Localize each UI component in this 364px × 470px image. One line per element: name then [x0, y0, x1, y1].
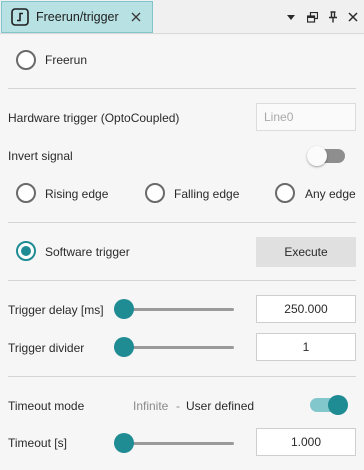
- trigger-divider-value: 1: [302, 340, 310, 354]
- execute-button[interactable]: Execute: [256, 237, 356, 267]
- rising-edge-label: Rising edge: [45, 187, 109, 201]
- toggle-knob: [307, 146, 327, 166]
- invert-signal-toggle[interactable]: [307, 145, 347, 167]
- timeout-mode-infinite-option[interactable]: Infinite: [133, 399, 168, 413]
- trigger-divider-input[interactable]: 1: [256, 333, 356, 361]
- freerun-radio[interactable]: [16, 50, 36, 70]
- falling-edge-label: Falling edge: [174, 187, 240, 201]
- tab-freerun-trigger[interactable]: Freerun/trigger: [1, 1, 153, 33]
- software-trigger-radio[interactable]: [16, 241, 36, 261]
- timeout-slider[interactable]: [114, 433, 234, 453]
- slider-thumb[interactable]: [114, 433, 134, 453]
- divider: [8, 222, 356, 223]
- tab-bar: Freerun/trigger: [0, 0, 364, 34]
- trigger-delay-slider[interactable]: [114, 299, 234, 319]
- falling-edge-radio[interactable]: [145, 183, 165, 203]
- timeout-input[interactable]: 1.000: [256, 428, 356, 456]
- tab-close-icon[interactable]: [129, 10, 143, 24]
- dropdown-arrow-icon[interactable]: [284, 10, 298, 24]
- slider-thumb[interactable]: [114, 299, 134, 319]
- rising-edge-radio[interactable]: [16, 183, 36, 203]
- timeout-mode-separator: -: [176, 399, 180, 413]
- timeout-label: Timeout [s]: [8, 436, 67, 450]
- trigger-divider-slider[interactable]: [114, 337, 234, 357]
- trigger-line-value: Line0: [264, 110, 294, 124]
- divider: [8, 280, 356, 281]
- timeout-mode-toggle[interactable]: [308, 394, 348, 416]
- timeout-mode-label: Timeout mode: [8, 399, 85, 413]
- timeout-value: 1.000: [290, 435, 322, 449]
- toggle-knob: [328, 395, 348, 415]
- timeout-mode-user-option[interactable]: User defined: [186, 399, 254, 413]
- restore-window-icon[interactable]: [305, 10, 319, 24]
- tab-title: Freerun/trigger: [36, 10, 119, 24]
- close-icon[interactable]: [346, 10, 360, 24]
- freerun-label: Freerun: [45, 53, 88, 67]
- invert-signal-label: Invert signal: [8, 149, 73, 163]
- any-edge-radio[interactable]: [275, 183, 295, 203]
- any-edge-label: Any edge: [305, 187, 356, 201]
- divider: [8, 88, 356, 89]
- trigger-delay-input[interactable]: 250.000: [256, 295, 356, 323]
- software-trigger-label: Software trigger: [45, 245, 130, 259]
- hardware-trigger-label: Hardware trigger (OptoCoupled): [8, 111, 180, 125]
- trigger-delay-value: 250.000: [284, 302, 328, 316]
- trigger-line-field: Line0: [256, 103, 356, 131]
- trigger-mode-icon: [11, 8, 29, 26]
- pin-icon[interactable]: [326, 10, 340, 24]
- freerun-trigger-panel: Freerun Hardware trigger (OptoCoupled) L…: [0, 35, 364, 470]
- divider: [8, 376, 356, 377]
- trigger-delay-label: Trigger delay [ms]: [8, 303, 104, 317]
- slider-thumb[interactable]: [114, 337, 134, 357]
- trigger-divider-label: Trigger divider: [8, 341, 85, 355]
